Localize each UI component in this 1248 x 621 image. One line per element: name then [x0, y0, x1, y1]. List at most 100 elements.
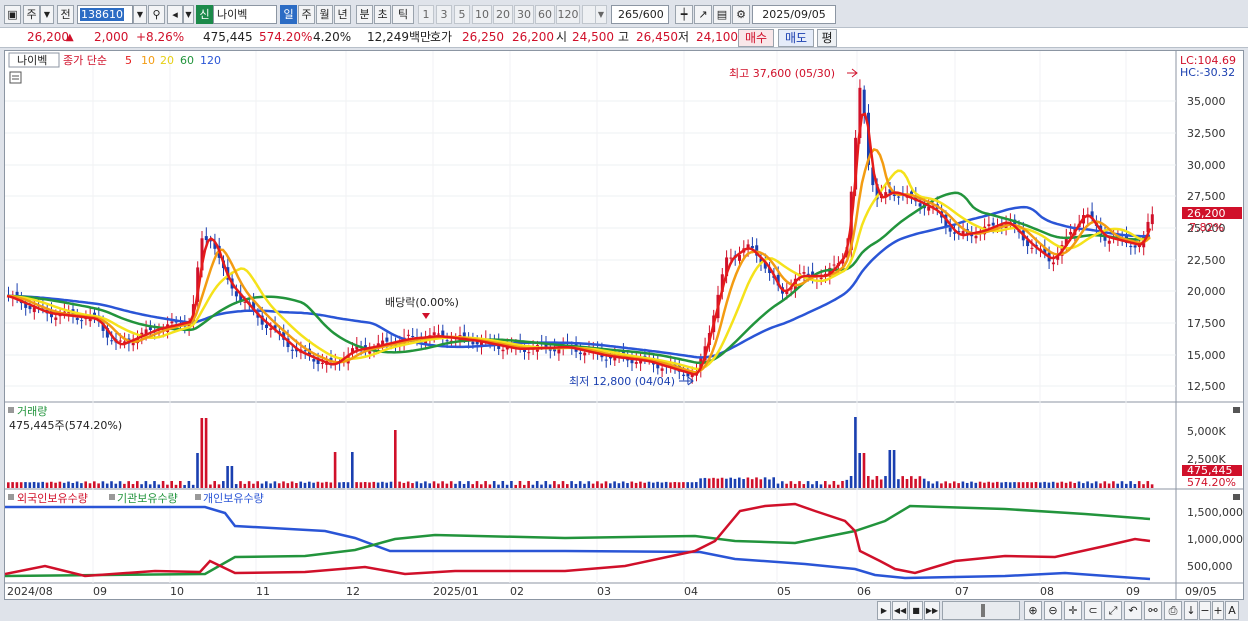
volume-bar: [1137, 481, 1141, 488]
scroll-start-icon[interactable]: ◀◀: [892, 601, 908, 620]
current-price-badge-pct: 7.82%: [1189, 221, 1224, 234]
price-chart-svg[interactable]: 나이벡 종가 단순 5 10 20 60 120 LC:104.69 HC:-3…: [4, 51, 1243, 599]
legend-individual[interactable]: 개인보유수량: [203, 492, 264, 505]
speaker-icon[interactable]: ◂: [167, 5, 183, 24]
volume-bar: [535, 481, 539, 488]
scroll-end-icon[interactable]: ▶▶: [924, 601, 940, 620]
volume-bar: [682, 482, 685, 488]
down-arrow-icon[interactable]: ↓: [1184, 601, 1198, 620]
volume-pane-close-icon[interactable]: [1233, 407, 1240, 413]
volume-bar: [1047, 482, 1051, 488]
candle-body: [1150, 214, 1154, 225]
search-icon[interactable]: ⚲: [148, 5, 165, 24]
price-change: 2,000: [94, 30, 129, 44]
legend-foreign[interactable]: 외국인보유수량: [17, 492, 88, 505]
volume-bar: [656, 481, 659, 488]
undo-icon[interactable]: ↶: [1124, 601, 1142, 620]
legend-ma5[interactable]: 5: [125, 54, 132, 67]
volume-bar: [1129, 481, 1132, 488]
bar-count-field[interactable]: 265/600: [611, 5, 669, 24]
trend-line-icon[interactable]: ↗: [694, 5, 712, 24]
period-tab-day[interactable]: 일: [280, 5, 297, 24]
interval-dropdown-icon[interactable]: ▼: [595, 5, 607, 24]
interval-30[interactable]: 30: [514, 5, 534, 24]
legend-ma60[interactable]: 60: [180, 54, 194, 67]
interval-3[interactable]: 3: [436, 5, 452, 24]
prev-button[interactable]: 전: [57, 5, 74, 24]
current-price-badge-text: 26,200: [1187, 207, 1226, 220]
link-icon[interactable]: ⚯: [1144, 601, 1162, 620]
volume-bar: [84, 481, 87, 488]
auto-scale-icon[interactable]: A: [1225, 601, 1239, 620]
stock-code-input[interactable]: 138610: [77, 5, 133, 24]
legend-ma10[interactable]: 10: [141, 54, 155, 67]
zoom-slider-handle[interactable]: [981, 604, 985, 617]
window-menu-icon[interactable]: ▣: [4, 5, 21, 24]
volume-bar: [1043, 481, 1046, 488]
plus-icon[interactable]: +: [1212, 601, 1224, 620]
volume-bar: [148, 484, 152, 488]
period-tab-week[interactable]: 주: [298, 5, 315, 24]
date-field[interactable]: 2025/09/05: [752, 5, 836, 24]
volume-bar: [643, 482, 646, 488]
holding-pane-close-icon[interactable]: [1233, 494, 1240, 500]
stop-icon[interactable]: ■: [909, 601, 923, 620]
sell-button[interactable]: 매도: [778, 29, 814, 47]
period-tab-tick[interactable]: 틱: [392, 5, 414, 24]
period-tab-minute[interactable]: 분: [356, 5, 373, 24]
gear-icon[interactable]: ⚙: [732, 5, 750, 24]
code-dropdown-icon[interactable]: ▼: [133, 5, 147, 24]
save-icon[interactable]: ▤: [713, 5, 731, 24]
period-tab-month[interactable]: 월: [316, 5, 333, 24]
volume-tick: 5,000K: [1187, 425, 1226, 438]
speaker-dropdown-icon[interactable]: ▼: [183, 5, 194, 24]
x-tick: 02: [510, 585, 524, 598]
minus-icon[interactable]: −: [1199, 601, 1211, 620]
stock-name-field[interactable]: 나이벡: [213, 5, 277, 24]
mode-selector[interactable]: 주: [23, 5, 40, 24]
x-tick: 09: [1126, 585, 1140, 598]
period-tab-year[interactable]: 년: [334, 5, 351, 24]
volume-bar: [492, 481, 496, 488]
zoom-in-icon[interactable]: ⊕: [1024, 601, 1042, 620]
interval-10[interactable]: 10: [472, 5, 492, 24]
crosshair-icon[interactable]: ✛: [1064, 601, 1082, 620]
mode-dropdown-icon[interactable]: ▼: [40, 5, 54, 24]
quote-bar: 26,200 ▲ 2,000 +8.26% 475,445 574.20% 4.…: [0, 27, 1248, 48]
holding-tick: 1,500,000: [1187, 506, 1243, 519]
buy-button[interactable]: 매수: [738, 29, 774, 47]
calculator-icon[interactable]: [9, 71, 22, 84]
candle-body: [1107, 240, 1111, 244]
zoom-slider[interactable]: [942, 601, 1020, 620]
scroll-right-icon[interactable]: ▶: [877, 601, 891, 620]
candle-body: [729, 257, 733, 259]
interval-20[interactable]: 20: [493, 5, 513, 24]
print-icon[interactable]: ⎙: [1164, 601, 1182, 620]
volume-bar: [174, 484, 178, 488]
ask-label: 호가: [430, 30, 453, 44]
volume-bar: [583, 483, 586, 488]
volume-bar: [712, 477, 715, 488]
chart-area[interactable]: 나이벡 종가 단순 5 10 20 60 120 LC:104.69 HC:-3…: [4, 50, 1244, 600]
legend-ma120[interactable]: 120: [200, 54, 221, 67]
period-tab-second[interactable]: 초: [374, 5, 391, 24]
legend-institution[interactable]: 기관보유수량: [117, 492, 178, 505]
candle-type-icon[interactable]: ┿: [675, 5, 693, 24]
fit-icon[interactable]: ⤢: [1104, 601, 1122, 620]
volume-bar: [1142, 484, 1145, 488]
volume-bar: [411, 483, 414, 488]
candle-body: [462, 332, 466, 337]
interval-5[interactable]: 5: [454, 5, 470, 24]
eval-button[interactable]: 평: [817, 29, 837, 47]
volume-bar: [501, 481, 505, 488]
legend-ma20[interactable]: 20: [160, 54, 174, 67]
zoom-out-icon[interactable]: ⊖: [1044, 601, 1062, 620]
interval-120[interactable]: 120: [556, 5, 580, 24]
magnet-icon[interactable]: ⊂: [1084, 601, 1102, 620]
interval-1[interactable]: 1: [418, 5, 434, 24]
volume-bar: [1021, 482, 1025, 488]
volume-bar: [789, 481, 793, 488]
interval-60[interactable]: 60: [535, 5, 555, 24]
volume-bar: [320, 482, 324, 488]
volume-bar: [540, 484, 543, 488]
